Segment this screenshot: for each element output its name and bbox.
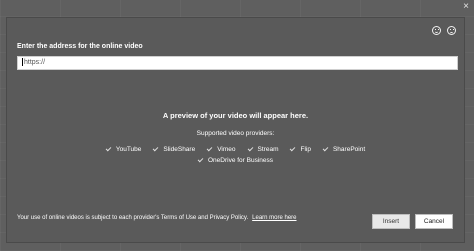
- provider-label: SlideShare: [163, 146, 196, 153]
- provider-stream: Stream: [247, 145, 279, 153]
- preview-message: A preview of your video will appear here…: [162, 111, 309, 120]
- provider-label: Flip: [300, 146, 311, 153]
- address-label: Enter the address for the online video: [17, 43, 143, 50]
- terms-notice: Your use of online videos is subject to …: [17, 215, 297, 221]
- smiley-sad-icon[interactable]: [447, 26, 456, 35]
- insert-online-video-dialog: Enter the address for the online video h…: [6, 17, 465, 243]
- insert-button[interactable]: Insert: [372, 214, 410, 229]
- provider-vimeo: Vimeo: [206, 145, 236, 153]
- feedback-group: [432, 26, 456, 35]
- check-icon: [197, 156, 204, 163]
- provider-flip: Flip: [290, 145, 311, 153]
- check-icon: [290, 145, 296, 152]
- check-icon: [322, 145, 329, 152]
- learn-more-link[interactable]: Learn more here: [252, 215, 296, 221]
- provider-label: Stream: [257, 146, 279, 153]
- close-window-icon[interactable]: ×: [463, 2, 469, 12]
- smiley-happy-icon[interactable]: [432, 26, 441, 35]
- check-icon: [105, 145, 112, 152]
- providers-title: Supported video providers:: [196, 130, 275, 137]
- providers-row-1: YouTube SlideShare Vimeo Stream Flip Sha…: [7, 145, 464, 153]
- cancel-button[interactable]: Cancel: [415, 214, 453, 229]
- provider-youtube: YouTube: [105, 145, 142, 153]
- text-cursor: [22, 58, 23, 67]
- provider-label: Vimeo: [217, 146, 236, 153]
- provider-label: YouTube: [115, 146, 142, 153]
- provider-slideshare: SlideShare: [153, 145, 196, 153]
- check-icon: [206, 145, 213, 152]
- provider-onedrive-business: OneDrive for Business: [197, 156, 274, 164]
- url-input-value: https://: [24, 59, 46, 66]
- check-icon: [247, 145, 253, 152]
- providers-row-2: OneDrive for Business: [7, 156, 464, 164]
- provider-label: OneDrive for Business: [207, 157, 274, 164]
- check-icon: [153, 145, 159, 152]
- video-url-input[interactable]: https://: [17, 56, 458, 70]
- provider-label: SharePoint: [332, 146, 366, 153]
- terms-text: Your use of online videos is subject to …: [17, 215, 249, 221]
- provider-sharepoint: SharePoint: [322, 145, 366, 153]
